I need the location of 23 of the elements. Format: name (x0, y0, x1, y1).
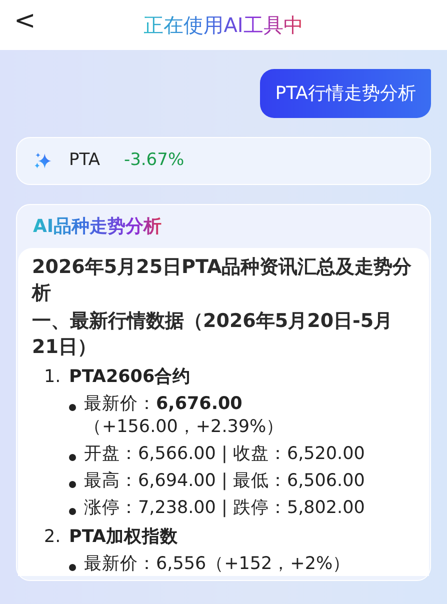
analysis-heading: AI品种走势分析 (33, 216, 162, 237)
sparkle-icon (33, 151, 53, 171)
section-heading: 一、最新行情数据（2026年5月20日-5月21日） (32, 309, 394, 360)
quote-card[interactable]: PTA -3.67% (16, 137, 431, 185)
bullet-text: 最新价：6,556（+152，+2%） (84, 553, 351, 576)
bullet-text: 开盘：6,566.00 | 收盘：6,520.00 (84, 443, 365, 466)
bullet-icon (69, 404, 76, 411)
bullet-text: 最高：6,694.00 | 最低：6,506.00 (84, 470, 365, 493)
bullet-text: 最新价：6,676.00（+156.00，+2.39%） (84, 393, 286, 439)
bullet-text: 涨停：7,238.00 | 跌停：5,802.00 (84, 497, 365, 520)
list-number: 2. (44, 526, 62, 549)
change-percent: -3.67% (124, 149, 184, 172)
user-message: PTA行情走势分析 (260, 69, 431, 118)
bullet-icon (69, 454, 76, 461)
bullet-icon (69, 508, 76, 515)
bullet-icon (69, 564, 76, 571)
report-title: 2026年5月25日PTA品种资讯汇总及走势分析 (32, 255, 413, 306)
bullet-icon (69, 481, 76, 488)
item-title: PTA加权指数 (69, 526, 178, 549)
symbol-label: PTA (69, 149, 100, 172)
item-title: PTA2606合约 (69, 366, 191, 389)
list-number: 1. (44, 366, 62, 389)
back-button[interactable]: < (8, 6, 42, 36)
